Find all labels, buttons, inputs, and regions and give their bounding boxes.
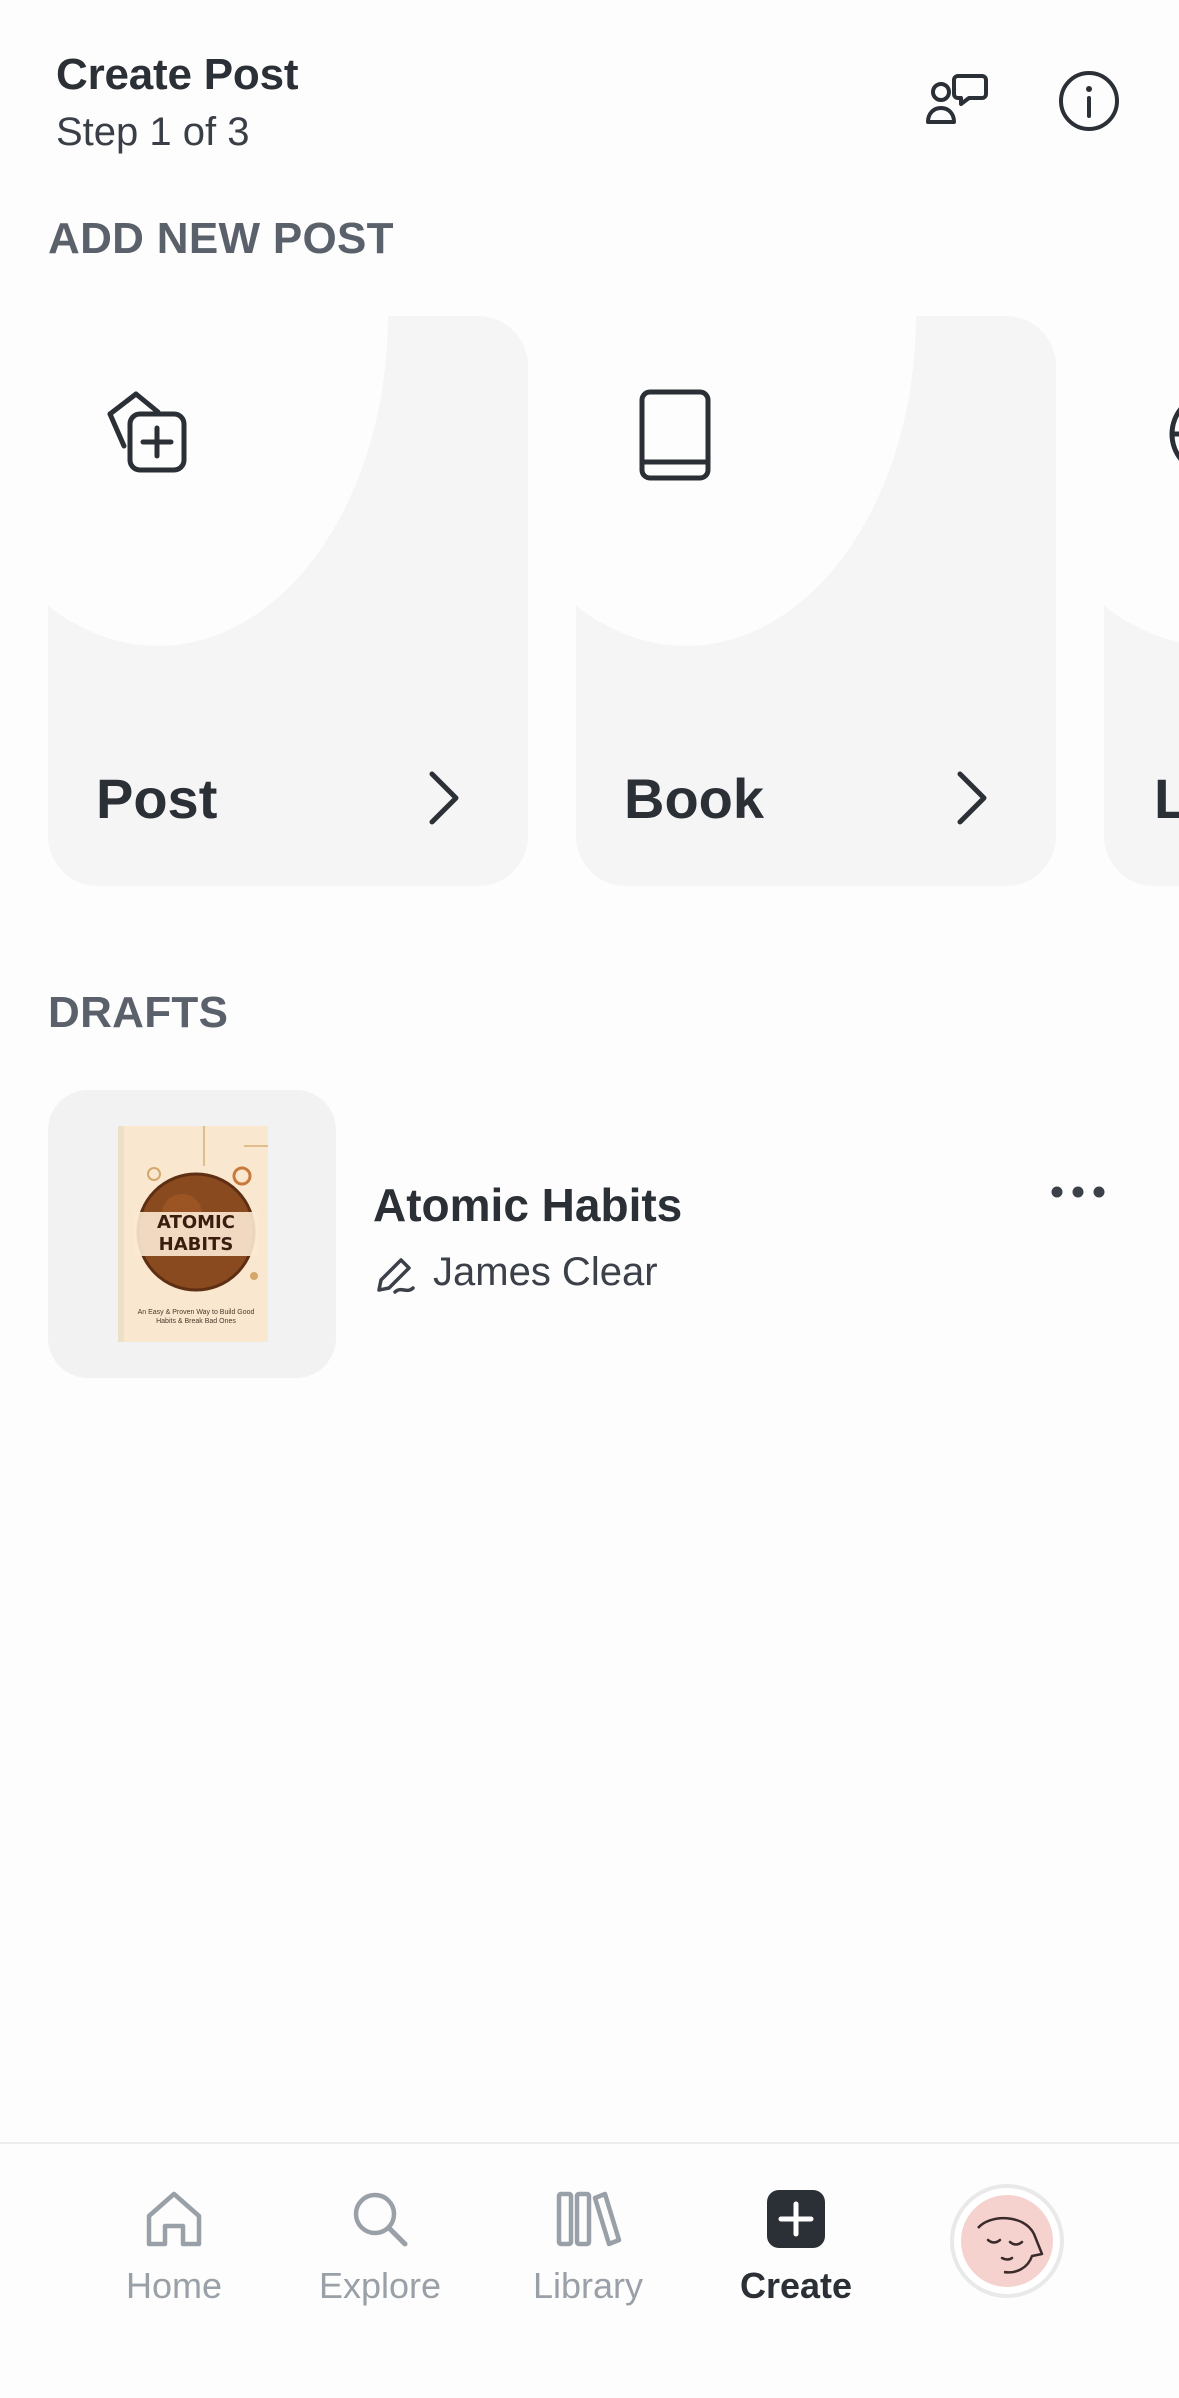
card-partial[interactable]: L — [1104, 316, 1179, 886]
profile-avatar[interactable] — [950, 2184, 1064, 2298]
cover-title-line2: HABITS — [158, 1234, 234, 1255]
card-book[interactable]: Book — [576, 316, 1056, 886]
tab-explore[interactable]: Explore — [290, 2184, 470, 2307]
library-icon — [556, 2191, 622, 2247]
card-label: L — [1154, 767, 1179, 830]
pen-icon — [377, 1258, 415, 1294]
info-icon[interactable] — [1056, 68, 1122, 134]
book-icon — [639, 389, 711, 481]
add-post-icon — [107, 391, 187, 473]
card-label: Post — [96, 767, 218, 830]
tab-label: Create — [739, 2265, 853, 2306]
cover-subtitle: An Easy & Proven Way to Build Good Habit… — [137, 1309, 255, 1325]
tab-label: Home — [125, 2265, 223, 2306]
search-icon — [353, 2192, 408, 2247]
tab-library[interactable]: Library — [498, 2184, 678, 2307]
draft-title: Atomic Habits — [373, 1179, 683, 1231]
draft-item[interactable]: ATOMIC HABITS An Easy & Proven Way to Bu… — [48, 1090, 1138, 1380]
page-title: Create Post — [56, 50, 299, 99]
tab-create[interactable]: Create — [706, 2184, 886, 2307]
chevron-right-icon — [429, 771, 459, 825]
create-icon — [767, 2190, 825, 2248]
tab-home[interactable]: Home — [84, 2184, 264, 2307]
post-type-carousel[interactable]: Post Book L — [48, 316, 1179, 886]
draft-thumbnail: ATOMIC HABITS An Easy & Proven Way to Bu… — [48, 1090, 336, 1378]
book-cover-image: ATOMIC HABITS An Easy & Proven Way to Bu… — [118, 1126, 268, 1342]
cover-title-line1: ATOMIC — [157, 1212, 235, 1233]
chevron-right-icon — [957, 771, 987, 825]
card-label: Book — [624, 767, 764, 830]
more-options-icon[interactable] — [1048, 1182, 1108, 1202]
bottom-tab-bar: Home Explore Library Create — [0, 2142, 1179, 2398]
tab-label: Explore — [318, 2265, 442, 2306]
card-post[interactable]: Post — [48, 316, 528, 886]
drafts-heading: DRAFTS — [48, 988, 229, 1037]
add-new-post-heading: ADD NEW POST — [48, 214, 394, 263]
chat-bubbles-icon[interactable] — [924, 68, 990, 134]
globe-icon — [1169, 407, 1179, 461]
home-icon — [146, 2191, 202, 2247]
header: Create Post Step 1 of 3 — [56, 50, 299, 155]
tab-label: Library — [532, 2265, 644, 2306]
draft-author: James Clear — [433, 1250, 658, 1294]
avatar-face-icon — [961, 2195, 1053, 2287]
step-indicator: Step 1 of 3 — [56, 110, 250, 154]
